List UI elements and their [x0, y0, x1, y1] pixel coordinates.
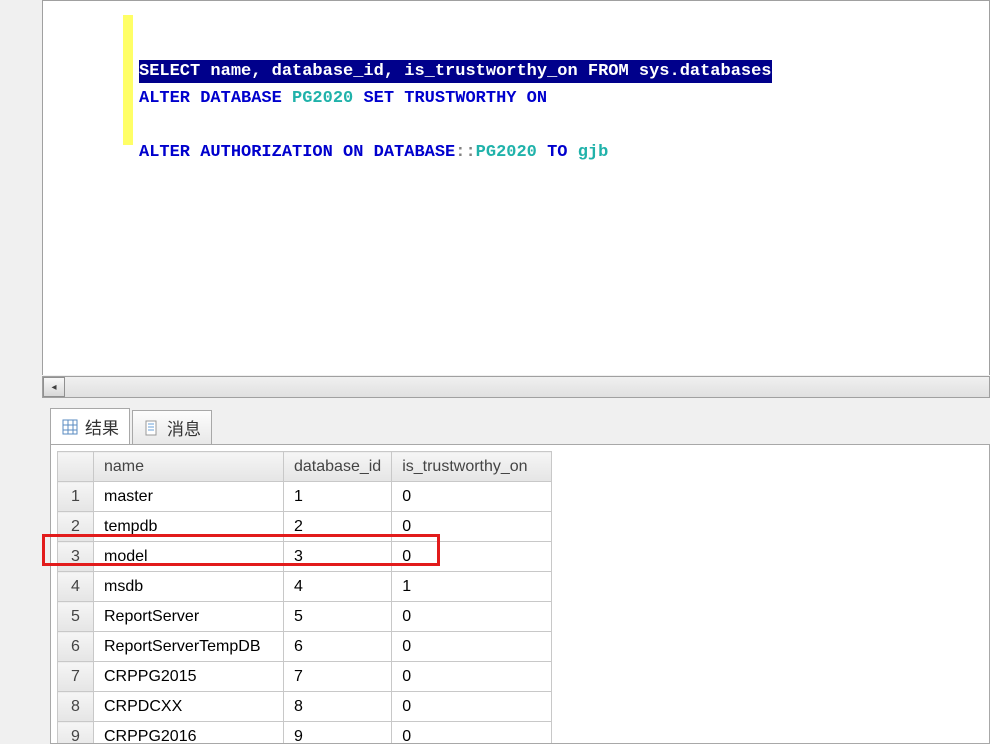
cell-trust[interactable]: 0	[392, 662, 552, 692]
grid-header-row: name database_id is_trustworthy_on	[58, 452, 552, 482]
sql-kw[interactable]: SET TRUSTWORTHY ON	[363, 89, 547, 108]
tab-results[interactable]: 结果	[50, 408, 130, 444]
row-number[interactable]: 7	[58, 662, 94, 692]
table-row[interactable]: 6ReportServerTempDB60	[58, 632, 552, 662]
cell-name[interactable]: model	[94, 542, 284, 572]
cell-trust[interactable]: 0	[392, 602, 552, 632]
cell-dbid[interactable]: 6	[284, 632, 392, 662]
col-header-dbid[interactable]: database_id	[284, 452, 392, 482]
table-row[interactable]: 1master10	[58, 482, 552, 512]
cell-name[interactable]: CRPDCXX	[94, 692, 284, 722]
cell-dbid[interactable]: 9	[284, 722, 392, 744]
cell-name[interactable]: CRPPG2015	[94, 662, 284, 692]
sql-editor[interactable]: SELECT name, database_id, is_trustworthy…	[42, 0, 990, 375]
tab-messages[interactable]: 消息	[132, 410, 212, 444]
editor-change-marker	[123, 15, 133, 145]
grid-icon	[61, 418, 79, 436]
cell-trust[interactable]: 0	[392, 632, 552, 662]
cell-trust[interactable]: 0	[392, 722, 552, 744]
sql-punct[interactable]: ::	[455, 143, 475, 162]
row-number[interactable]: 9	[58, 722, 94, 744]
results-tabs: 结果 消息	[50, 408, 990, 444]
sql-ident[interactable]: PG2020	[476, 143, 547, 162]
row-number[interactable]: 5	[58, 602, 94, 632]
sql-kw[interactable]: ALTER DATABASE	[139, 89, 292, 108]
scroll-track[interactable]	[65, 377, 989, 397]
tab-results-label: 结果	[85, 414, 119, 439]
grid-corner[interactable]	[58, 452, 94, 482]
cell-dbid[interactable]: 2	[284, 512, 392, 542]
table-row[interactable]: 8CRPDCXX80	[58, 692, 552, 722]
cell-trust[interactable]: 0	[392, 542, 552, 572]
row-number[interactable]: 1	[58, 482, 94, 512]
cell-trust[interactable]: 0	[392, 482, 552, 512]
table-row[interactable]: 5ReportServer50	[58, 602, 552, 632]
table-row[interactable]: 2tempdb20	[58, 512, 552, 542]
sql-line-1[interactable]: SELECT name, database_id, is_trustworthy…	[139, 60, 772, 83]
sql-kw[interactable]: TO	[547, 143, 578, 162]
results-panel: name database_id is_trustworthy_on 1mast…	[50, 444, 990, 744]
cell-trust[interactable]: 0	[392, 692, 552, 722]
cell-trust[interactable]: 1	[392, 572, 552, 602]
col-header-name[interactable]: name	[94, 452, 284, 482]
cell-dbid[interactable]: 5	[284, 602, 392, 632]
row-number[interactable]: 3	[58, 542, 94, 572]
editor-content[interactable]: SELECT name, database_id, is_trustworthy…	[139, 31, 772, 193]
cell-name[interactable]: CRPPG2016	[94, 722, 284, 744]
cell-name[interactable]: ReportServerTempDB	[94, 632, 284, 662]
cell-dbid[interactable]: 4	[284, 572, 392, 602]
cell-dbid[interactable]: 1	[284, 482, 392, 512]
row-number[interactable]: 8	[58, 692, 94, 722]
page-icon	[143, 419, 161, 437]
cell-trust[interactable]: 0	[392, 512, 552, 542]
cell-name[interactable]: ReportServer	[94, 602, 284, 632]
editor-h-scrollbar[interactable]: ◂	[42, 376, 990, 398]
sql-ident[interactable]: PG2020	[292, 89, 363, 108]
cell-name[interactable]: msdb	[94, 572, 284, 602]
cell-dbid[interactable]: 3	[284, 542, 392, 572]
row-number[interactable]: 4	[58, 572, 94, 602]
sql-kw[interactable]: ALTER AUTHORIZATION ON DATABASE	[139, 143, 455, 162]
scroll-left-arrow-icon[interactable]: ◂	[43, 377, 65, 397]
cell-name[interactable]: tempdb	[94, 512, 284, 542]
tab-messages-label: 消息	[167, 415, 201, 440]
cell-dbid[interactable]: 8	[284, 692, 392, 722]
results-grid[interactable]: name database_id is_trustworthy_on 1mast…	[57, 451, 552, 744]
cell-name[interactable]: master	[94, 482, 284, 512]
table-row[interactable]: 7CRPPG201570	[58, 662, 552, 692]
cell-dbid[interactable]: 7	[284, 662, 392, 692]
col-header-trust[interactable]: is_trustworthy_on	[392, 452, 552, 482]
table-row[interactable]: 4msdb41	[58, 572, 552, 602]
table-row[interactable]: 3model30	[58, 542, 552, 572]
row-number[interactable]: 6	[58, 632, 94, 662]
row-number[interactable]: 2	[58, 512, 94, 542]
table-row[interactable]: 9CRPPG201690	[58, 722, 552, 744]
sql-ident[interactable]: gjb	[578, 143, 609, 162]
